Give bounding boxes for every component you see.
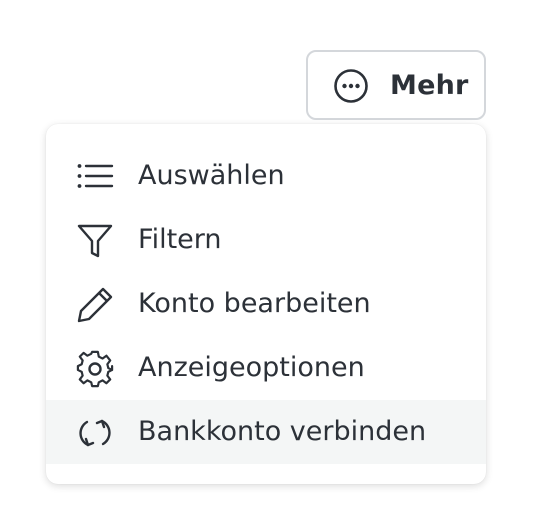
menu-item-connect-bank-account[interactable]: Bankkonto verbinden [46,400,486,464]
gear-icon [76,350,114,388]
menu-item-label: Anzeigeoptionen [138,352,365,383]
more-button[interactable]: Mehr [306,50,486,120]
more-horizontal-circle-icon [334,69,368,103]
more-button-label: Mehr [390,70,469,101]
filter-icon [77,224,113,258]
menu-item-edit-account[interactable]: Konto bearbeiten [46,272,486,336]
menu-item-label: Bankkonto verbinden [138,416,427,447]
menu-item-select[interactable]: Auswählen [46,144,486,208]
list-icon [77,164,114,188]
pencil-icon [77,287,113,323]
sync-icon [79,419,111,447]
menu-item-display-options[interactable]: Anzeigeoptionen [46,336,486,400]
menu-item-filter[interactable]: Filtern [46,208,486,272]
menu-item-label: Konto bearbeiten [138,288,371,319]
dropdown-menu: Auswählen Filtern Konto bearbeiten Anzei… [46,124,486,484]
menu-item-label: Filtern [138,224,222,255]
menu-item-label: Auswählen [138,160,285,191]
